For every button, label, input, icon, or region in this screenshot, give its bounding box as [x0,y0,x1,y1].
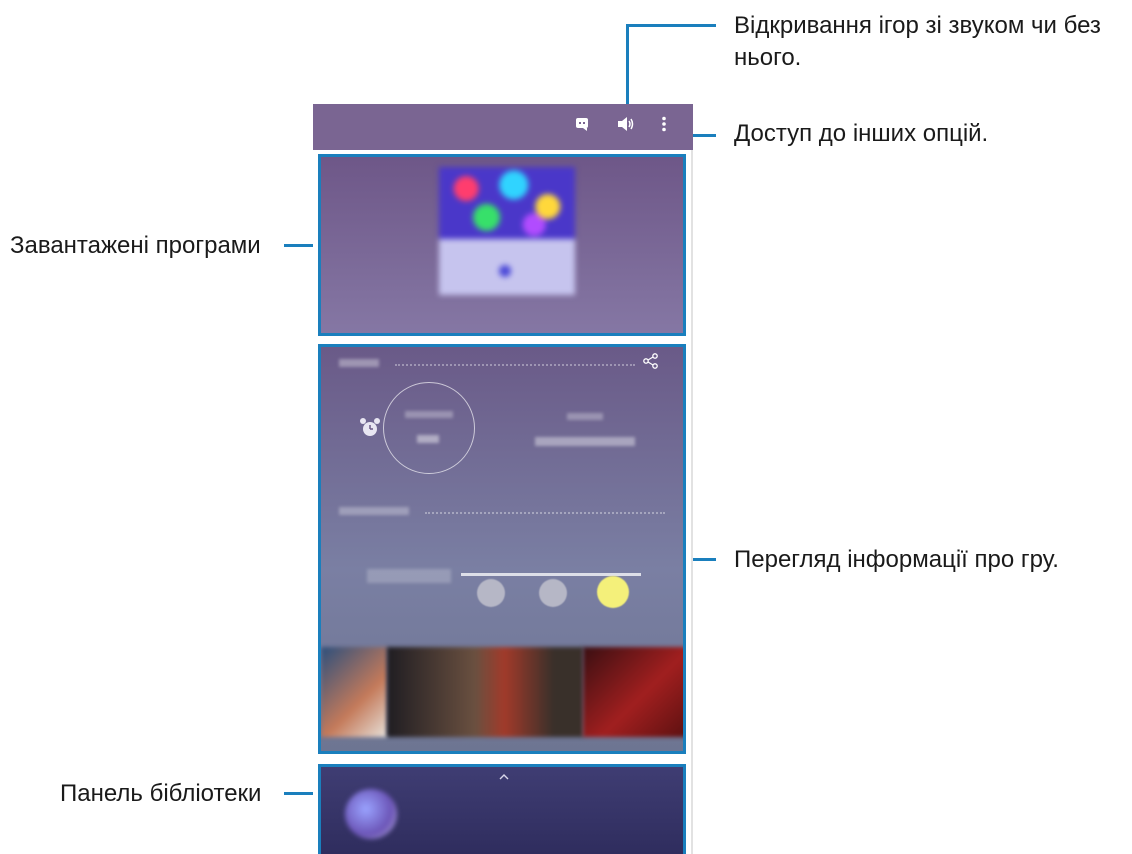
share-icon[interactable] [643,353,659,374]
media-thumbnail[interactable] [387,647,583,737]
alarm-clock-icon [359,417,381,445]
callout-sound-line2: нього. [734,44,802,71]
callout-downloaded-apps: Завантажені програми [10,232,261,259]
last-played-label [567,413,603,420]
playtime-value [417,435,439,443]
downloaded-apps-section [318,154,686,336]
slider-option-balanced[interactable] [539,579,567,607]
chevron-up-icon[interactable] [499,769,509,783]
callout-line-sound-h [626,24,716,27]
callout-options: Доступ до інших опцій. [734,120,989,147]
discord-icon[interactable] [571,116,593,138]
slider-option-performance[interactable] [597,576,629,608]
media-thumbnail[interactable] [321,647,387,737]
callout-game-info: Перегляд інформації про гру. [734,546,1059,573]
slider-option-power-saving[interactable] [477,579,505,607]
app-bar [313,104,693,150]
callout-sound-line1: Відкривання ігор зі звуком чи без [734,12,1101,39]
speaker-icon[interactable] [615,116,637,138]
last-played-value [535,437,635,446]
library-panel[interactable] [318,764,686,854]
stats-divider [395,364,635,366]
game-media-strip [321,647,683,737]
performance-heading [339,507,409,515]
media-thumbnail[interactable] [583,647,683,737]
performance-mode-label [367,569,451,583]
game-launcher-screen [313,104,693,854]
game-name [321,315,683,330]
stats-heading [339,359,379,367]
game-thumbnail[interactable] [439,167,575,295]
app-title [335,119,429,134]
game-info-section [318,344,686,754]
playtime-label [405,411,453,418]
callout-sound: Відкривання ігор зі звуком чи без нього. [734,10,1101,74]
more-options-icon[interactable] [653,116,675,138]
screen-edge [691,150,693,854]
playtime-ring [383,382,475,474]
library-app-icon[interactable] [345,789,397,839]
callout-library-panel: Панель бібліотеки [60,780,262,807]
performance-divider [425,512,665,514]
